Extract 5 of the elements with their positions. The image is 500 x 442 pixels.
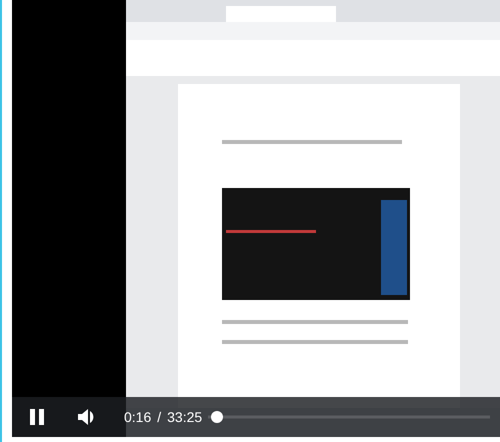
progress-thumb[interactable]	[211, 411, 223, 423]
time-separator: /	[157, 409, 162, 425]
current-time: 0:16	[124, 409, 152, 425]
duration: 33:25	[167, 409, 202, 425]
pause-icon	[30, 409, 44, 425]
